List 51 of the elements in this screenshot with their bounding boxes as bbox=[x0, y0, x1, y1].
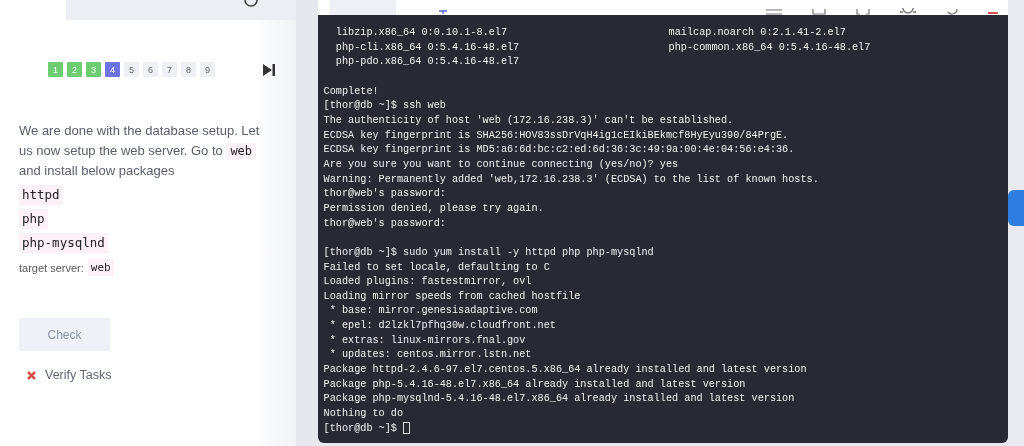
terminal-line: * epel: d2lzkl7pfhq30w.cloudfront.net bbox=[328, 319, 556, 334]
terminal-line: Warning: Permanently added 'web,172.16.238.3' (ECDSA) to the list of known hosts. bbox=[323, 172, 819, 187]
terminal-line: Loading mirror speeds from cached hostfile bbox=[323, 289, 581, 304]
package-name: php bbox=[19, 209, 48, 229]
verify-label: Verify Tasks bbox=[45, 368, 112, 382]
terminal-line: Loaded plugins: fastestmirror, ovl bbox=[323, 275, 532, 290]
terminal-line: [thor@db ~]$ sudo yum install -y httpd php php-mysqlnd bbox=[323, 245, 654, 260]
terminal-line: thor@web's password: bbox=[323, 216, 446, 231]
terminal-screen[interactable] bbox=[317, 15, 1008, 443]
terminal-line: Failed to set locale, defaulting to C bbox=[323, 260, 550, 275]
cursor bbox=[403, 421, 411, 434]
terminal-line: php-pdo.x86_64 0:5.4.16-48.el7 bbox=[334, 55, 520, 70]
step-button[interactable]: 8 bbox=[181, 62, 196, 77]
task-description: We are done with the database setup. Let us now setup the web server. Go to web and install below packages bbox=[19, 122, 261, 180]
terminal-line: Package php-mysqlnd-5.4.16-48.el7.x86_64 already installed and latest version bbox=[323, 392, 795, 407]
check-button[interactable]: Check bbox=[19, 318, 110, 351]
skip-to-end-icon[interactable] bbox=[263, 63, 275, 76]
terminal-prompt: [thor@db ~]$ bbox=[323, 421, 398, 436]
terminal-line: ECDSA key fingerprint is SHA256:HOV83ssDrVqH4ig1cEIkiBEkmcf8HyEyu390/84PrgE. bbox=[323, 128, 789, 143]
step-button[interactable]: 7 bbox=[162, 62, 177, 77]
plus-icon[interactable] bbox=[437, 10, 448, 15]
target-label: target server: bbox=[19, 261, 84, 274]
terminal-line: Permission denied, please try again. bbox=[323, 201, 544, 216]
terminal-line: The authenticity of host 'web (172.16.238.3)' can't be established. bbox=[323, 113, 734, 128]
clock-icon bbox=[243, 0, 258, 10]
terminal-line: * updates: centos.mirror.lstn.net bbox=[328, 348, 532, 363]
terminal-line: ECDSA key fingerprint is MD5:a6:6d:bc:c2:ed:6d:36:3c:49:9a:00:4e:04:56:e4:36. bbox=[323, 143, 795, 158]
step-button[interactable]: 6 bbox=[143, 62, 158, 77]
terminal-line: Complete! bbox=[323, 84, 379, 99]
side-tab[interactable] bbox=[1008, 190, 1024, 226]
terminal-line: mailcap.noarch 0:2.1.41-2.el7 bbox=[668, 26, 846, 40]
step-button[interactable]: 9 bbox=[200, 62, 215, 77]
terminal-line: Package httpd-2.4.6-97.el7.centos.5.x86_64 already installed and latest version bbox=[323, 363, 807, 378]
window-icon[interactable] bbox=[812, 9, 826, 15]
terminal-line: [thor@db ~]$ ssh web bbox=[323, 99, 446, 114]
terminal-line: php-cli.x86_64 0:5.4.16-48.el7 bbox=[334, 40, 521, 55]
terminal-line: Are you sure you want to continue connecting (yes/no)? yes bbox=[323, 157, 679, 172]
terminal-line: php-common.x86_64 0:5.4.16-48.el7 bbox=[668, 40, 871, 55]
package-name: httpd bbox=[19, 185, 63, 205]
package-name: php-mysqlnd bbox=[19, 233, 108, 253]
fullscreen-icon[interactable] bbox=[856, 9, 870, 15]
terminal-line: Package php-5.4.16-48.el7.x86_64 already installed and latest version bbox=[323, 377, 746, 392]
terminal-line: libzip.x86_64 0:0.10.1-8.el7 bbox=[334, 26, 508, 40]
terminal-line: * base: mirror.genesisadaptive.com bbox=[328, 304, 538, 319]
minus-icon[interactable] bbox=[988, 11, 998, 15]
terminal-line: Nothing to do bbox=[323, 407, 404, 422]
terminal-line: thor@web's password: bbox=[323, 187, 446, 202]
step-button[interactable]: 4 bbox=[105, 62, 120, 77]
terminal-line: * extras: linux-mirrors.fnal.gov bbox=[328, 333, 526, 348]
target-server: web bbox=[87, 259, 114, 276]
step-button[interactable]: 5 bbox=[124, 62, 139, 77]
